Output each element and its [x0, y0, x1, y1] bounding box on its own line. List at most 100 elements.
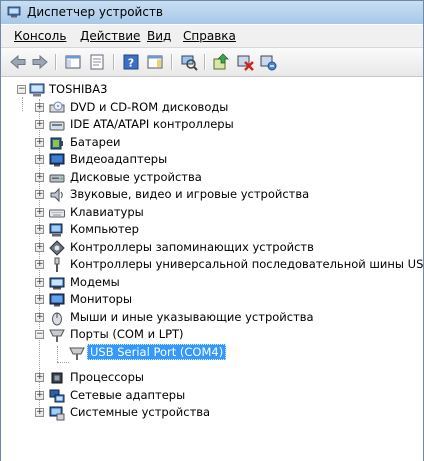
tree-item-processors[interactable]: + Процессоры: [1, 369, 421, 387]
tree-item-label: Контроллеры универсальной последовательн…: [70, 257, 424, 271]
tree-item-ide-ata-atapi[interactable]: + IDE ATA/ATAPI контроллеры: [1, 116, 421, 134]
expand-icon[interactable]: +: [35, 408, 44, 417]
tree-item-usb-serial-port[interactable]: USB Serial Port (COM4): [1, 343, 421, 362]
collapse-icon[interactable]: −: [35, 330, 44, 339]
tree-item-label: Видеоадаптеры: [70, 152, 168, 166]
tree-item-label: IDE ATA/ATAPI контроллеры: [70, 117, 234, 131]
scan-hardware-changes-icon[interactable]: [180, 53, 198, 71]
tree-item-batteries[interactable]: + Батареи: [1, 134, 421, 152]
tree-item-label: Контроллеры запоминающих устройств: [70, 239, 314, 254]
tree-item-label: Компьютер: [70, 222, 139, 236]
properties-icon[interactable]: [88, 53, 106, 71]
expand-icon[interactable]: +: [35, 312, 44, 322]
tree-item-dvd-cd-rom[interactable]: + DVD и CD-ROM дисководы: [1, 99, 421, 117]
expand-icon[interactable]: +: [35, 155, 44, 164]
help-icon[interactable]: ?: [122, 53, 140, 71]
tree-item-label: Процессоры: [70, 370, 144, 384]
expand-icon[interactable]: +: [35, 190, 44, 199]
tree-item-label: DVD и CD-ROM дисководы: [70, 99, 229, 114]
tree-item-label: Клавиатуры: [70, 204, 144, 219]
battery-icon: [50, 137, 63, 149]
update-driver-icon[interactable]: [212, 53, 230, 71]
port-icon: [69, 347, 85, 360]
toolbar: ?: [1, 48, 423, 77]
tree-item-ports[interactable]: − Порты (COM и LPT): [1, 326, 421, 344]
tree-item-label: Мыши и иные указывающие устройства: [70, 309, 314, 324]
tree-item-storage-controllers[interactable]: + Контроллеры запоминающих устройств: [1, 239, 421, 257]
back-arrow-icon[interactable]: [9, 53, 27, 71]
computer-icon: [29, 83, 45, 97]
tree-item-network-adapters[interactable]: + Сетевые адаптеры: [1, 387, 421, 405]
usb-icon: [54, 257, 60, 272]
toolbar-separator: [113, 54, 115, 70]
tree-item-mice[interactable]: + Мыши и иные указывающие устройства: [1, 309, 421, 327]
tree-item-modems[interactable]: + Модемы: [1, 274, 421, 292]
menu-help[interactable]: Справка: [183, 29, 236, 43]
action-pane-icon[interactable]: [146, 53, 164, 71]
tree-root-label: TOSHIBA3: [49, 82, 108, 96]
menu-console[interactable]: Консоль: [14, 29, 66, 43]
tree-item-display-adapters[interactable]: + Видеоадаптеры: [1, 151, 421, 169]
network-adapter-icon: [49, 389, 65, 402]
expand-icon[interactable]: +: [35, 225, 44, 234]
tree-connector: [57, 362, 69, 363]
expand-icon[interactable]: +: [35, 120, 44, 129]
disk-drive-icon: [49, 174, 65, 182]
expand-icon[interactable]: +: [35, 373, 44, 382]
tree-item-usb-controllers[interactable]: + Контроллеры универсальной последовател…: [1, 256, 424, 274]
ide-controller-icon: [49, 121, 65, 131]
menu-view[interactable]: Вид: [147, 29, 171, 43]
toolbar-separator: [171, 54, 173, 70]
modem-icon: [49, 277, 65, 289]
tree-item-sound-video-game[interactable]: + Звуковые, видео и игровые устройства: [1, 186, 421, 204]
port-icon: [49, 329, 65, 342]
tree-item-label: Сетевые адаптеры: [70, 387, 186, 402]
display-adapter-icon: [49, 153, 65, 167]
dvd-drive-icon: [49, 101, 65, 112]
forward-arrow-icon[interactable]: [31, 53, 49, 71]
tree-item-label: Батареи: [70, 134, 121, 149]
expand-icon[interactable]: +: [35, 207, 44, 217]
tree-item-keyboards[interactable]: + Клавиатуры: [1, 204, 421, 222]
expand-icon[interactable]: +: [35, 137, 44, 147]
disable-device-icon[interactable]: [236, 53, 254, 71]
processor-icon: [51, 372, 63, 384]
tree-item-computer[interactable]: + Компьютер: [1, 221, 421, 239]
device-manager-window: Диспетчер устройств Консоль Действие Вид…: [0, 0, 424, 461]
expand-icon[interactable]: +: [35, 260, 44, 269]
tree-item-system-devices[interactable]: + Системные устройства: [1, 404, 421, 422]
speaker-icon: [50, 187, 63, 203]
expand-icon[interactable]: +: [35, 172, 44, 182]
tree-item-label: Порты (COM и LPT): [70, 327, 184, 341]
device-manager-icon: [7, 6, 21, 18]
menu-action[interactable]: Действие: [80, 29, 140, 43]
expand-icon[interactable]: +: [35, 295, 44, 304]
show-hide-console-tree-icon[interactable]: [64, 53, 82, 71]
expand-icon[interactable]: +: [35, 390, 44, 400]
title-bar[interactable]: Диспетчер устройств: [1, 1, 423, 24]
tree-item-label-selected: USB Serial Port (COM4): [87, 343, 227, 360]
tree-root[interactable]: − TOSHIBA3: [1, 81, 421, 99]
tree-item-label: Системные устройства: [70, 405, 211, 419]
window-title: Диспетчер устройств: [27, 5, 164, 19]
menu-bar: Консоль Действие Вид Справка: [1, 25, 423, 48]
tree-item-label: Дисковые устройства: [70, 169, 202, 184]
toolbar-separator: [204, 54, 206, 70]
expand-icon[interactable]: +: [35, 242, 44, 252]
monitor-icon: [49, 293, 65, 307]
computer-icon: [49, 223, 63, 237]
tree-item-label: Звуковые, видео и игровые устройства: [70, 187, 310, 201]
tree-item-disk-drives[interactable]: + Дисковые устройства: [1, 169, 421, 187]
collapse-icon[interactable]: −: [17, 85, 26, 94]
mouse-icon: [52, 312, 62, 325]
tree-item-monitors[interactable]: + Мониторы: [1, 291, 421, 309]
uninstall-device-icon[interactable]: [259, 53, 277, 71]
expand-icon[interactable]: +: [35, 277, 44, 287]
system-devices-icon: [49, 406, 65, 421]
toolbar-separator: [55, 54, 57, 70]
expand-icon[interactable]: +: [35, 102, 44, 112]
keyboard-icon: [49, 209, 65, 217]
tree-item-label: Мониторы: [70, 292, 133, 306]
device-tree: − TOSHIBA3 + DVD и CD-ROM дисководы + ID…: [1, 77, 424, 461]
storage-controller-icon: [49, 239, 65, 256]
